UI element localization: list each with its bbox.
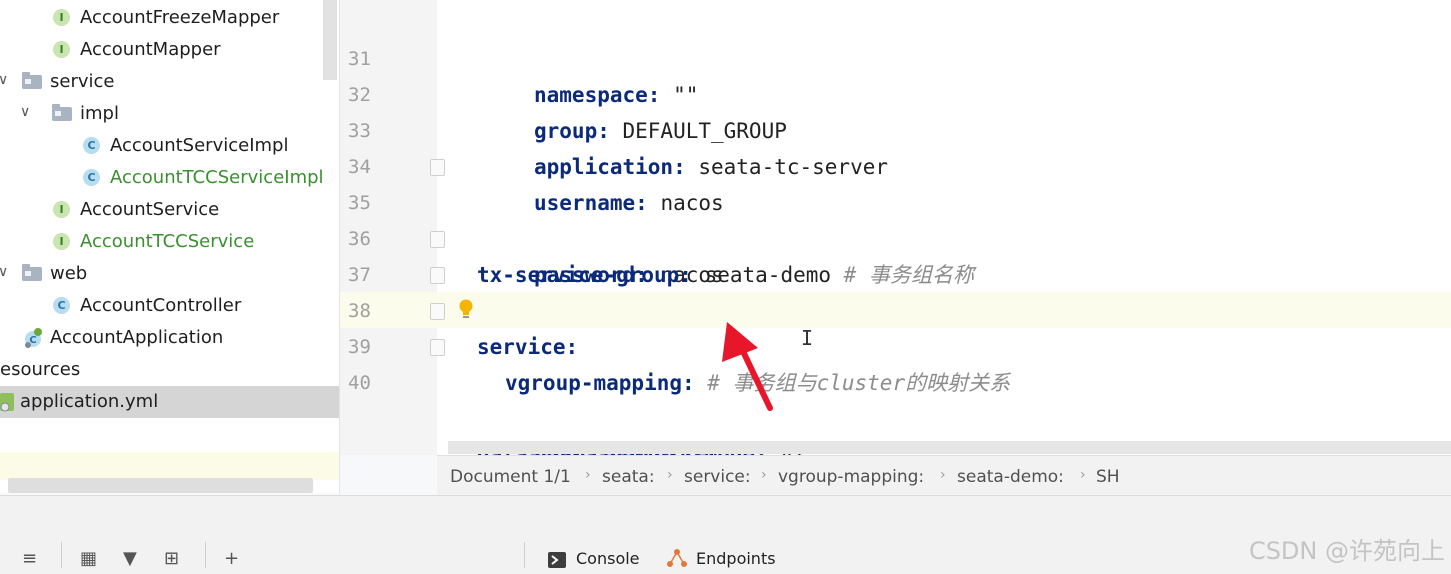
code-line[interactable]: 37 service: (0, 221, 1451, 359)
group-by-icon[interactable]: ▦ (80, 548, 97, 569)
collapse-all-icon[interactable]: ≡ (22, 548, 37, 569)
code-line[interactable]: 40 data-source-proxy-mode: AT (0, 329, 1451, 467)
breadcrumb-vgroup-mapping[interactable]: vgroup-mapping: (778, 467, 924, 487)
fold-marker-icon[interactable] (430, 339, 445, 356)
yaml-key: vgroup-mapping: (505, 371, 695, 395)
toolbar-divider (61, 542, 62, 568)
chevron-right-icon: › (585, 467, 591, 483)
tab-endpoints[interactable]: Endpoints (696, 549, 776, 568)
code-line[interactable]: 31 namespace: "" (0, 5, 1451, 107)
editor-horizontal-scrollbar[interactable] (448, 441, 1451, 454)
tree-empty-area (0, 452, 339, 480)
chevron-right-icon: › (667, 467, 673, 483)
chevron-right-icon: › (940, 467, 946, 483)
tree-item-label: application.yml (20, 391, 159, 412)
fold-marker-icon[interactable] (430, 267, 445, 284)
add-icon[interactable]: + (224, 548, 239, 569)
bottom-tool-window-bar: ≡ ▦ ▼ ⊞ + Console Endpoints CSDN @许苑向上 (0, 495, 1451, 574)
tree-horizontal-scrollbar[interactable] (8, 478, 313, 493)
fold-marker-icon[interactable] (430, 303, 445, 320)
code-line[interactable]: 39 seata-demo: SH (0, 293, 1451, 468)
filter-icon[interactable]: ▼ (123, 548, 137, 569)
code-line[interactable]: 32 group: DEFAULT_GROUP (0, 41, 1451, 143)
code-line[interactable]: 36 tx-service-group: seata-demo # 事务组名称 (0, 185, 1451, 287)
code-line[interactable]: 34 username: nacos (0, 113, 1451, 215)
breadcrumb-document[interactable]: Document 1/1 (450, 467, 571, 487)
breadcrumb-sh[interactable]: SH (1096, 467, 1120, 487)
tab-console[interactable]: Console (576, 549, 640, 568)
line-number: 40 (348, 372, 371, 394)
tree-item-application-yml[interactable]: application.yml (0, 386, 339, 418)
add-service-icon[interactable]: ⊞ (164, 548, 179, 569)
chevron-right-icon: › (1080, 467, 1086, 483)
console-icon (548, 552, 566, 568)
chevron-right-icon: › (761, 467, 767, 483)
code-line[interactable]: 33 application: seata-tc-server (0, 77, 1451, 179)
fold-marker-icon[interactable] (430, 159, 445, 176)
breadcrumb-service[interactable]: service: (684, 467, 751, 487)
code-line[interactable]: 38 vgroup-mapping: # 事务组与cluster的映射关系 (0, 257, 1451, 395)
fold-marker-icon[interactable] (430, 231, 445, 248)
endpoints-icon (667, 549, 687, 567)
toolbar-divider (524, 542, 525, 568)
breadcrumb: Document 1/1 › seata: › service: › vgrou… (437, 455, 1451, 496)
lightbulb-icon[interactable] (458, 299, 474, 321)
code-line[interactable]: 35 password: nacos (0, 149, 1451, 287)
toolbar-divider (205, 542, 206, 568)
watermark: CSDN @许苑向上 (1248, 537, 1445, 565)
breadcrumb-seata-demo[interactable]: seata-demo: (957, 467, 1064, 487)
yaml-comment: # 事务组与cluster的映射关系 (694, 371, 1011, 395)
breadcrumb-seata[interactable]: seata: (602, 467, 655, 487)
